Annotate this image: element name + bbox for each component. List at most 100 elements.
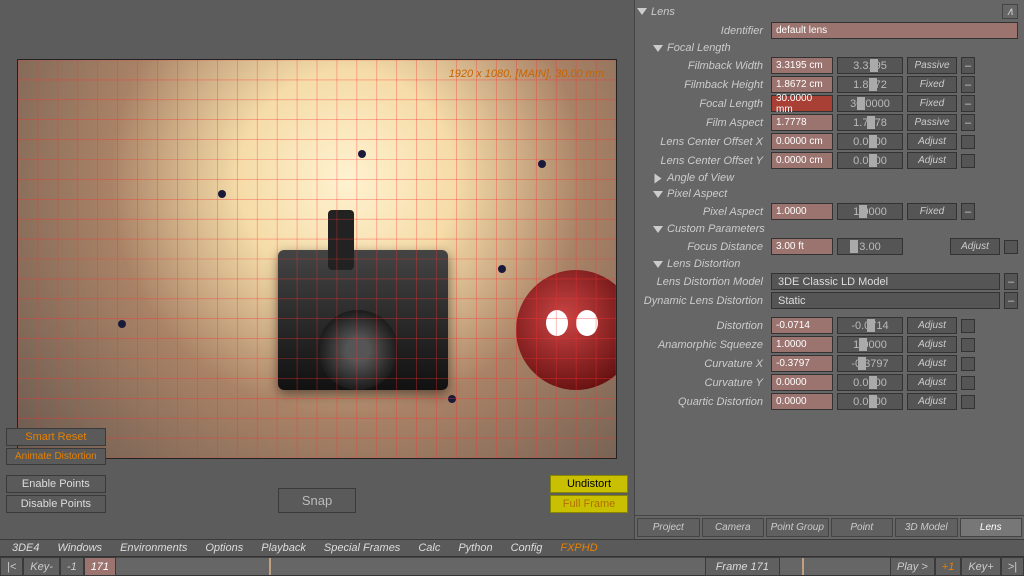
- mode-adjust[interactable]: Adjust: [907, 393, 957, 410]
- prev-key-button[interactable]: Key-: [23, 557, 60, 576]
- dash-button[interactable]: –: [961, 57, 975, 74]
- film-aspect-field[interactable]: 1.7778: [771, 114, 833, 131]
- tab-3d-model[interactable]: 3D Model: [895, 518, 958, 537]
- distortion-slider[interactable]: -0.0714: [837, 317, 903, 334]
- lens-center-y-field[interactable]: 0.0000 cm: [771, 152, 833, 169]
- mode-adjust[interactable]: Adjust: [950, 238, 1000, 255]
- checkbox[interactable]: [961, 135, 975, 149]
- menu-fxphd[interactable]: FXPHD: [552, 541, 605, 555]
- tab-project[interactable]: Project: [637, 518, 700, 537]
- checkbox[interactable]: [961, 357, 975, 371]
- anamorphic-field[interactable]: 1.0000: [771, 336, 833, 353]
- checkbox[interactable]: [961, 376, 975, 390]
- mode-adjust[interactable]: Adjust: [907, 355, 957, 372]
- filmback-width-field[interactable]: 3.3195 cm: [771, 57, 833, 74]
- enable-points-button[interactable]: Enable Points: [6, 475, 106, 493]
- curvature-x-slider[interactable]: -0.3797: [837, 355, 903, 372]
- menu-environments[interactable]: Environments: [112, 541, 195, 555]
- lens-section-header[interactable]: Lens∧: [637, 2, 1018, 21]
- quartic-slider[interactable]: 0.0000: [837, 393, 903, 410]
- menu-special-frames[interactable]: Special Frames: [316, 541, 408, 555]
- checkbox[interactable]: [961, 338, 975, 352]
- dash-button[interactable]: –: [961, 114, 975, 131]
- timeline-track[interactable]: [116, 557, 705, 576]
- go-to-end-button[interactable]: >|: [1001, 557, 1024, 576]
- mode-fixed[interactable]: Fixed: [907, 95, 957, 112]
- mode-passive[interactable]: Passive: [907, 114, 957, 131]
- focus-distance-slider[interactable]: 3.00: [837, 238, 903, 255]
- disable-points-button[interactable]: Disable Points: [6, 495, 106, 513]
- checkbox[interactable]: [961, 395, 975, 409]
- tab-point[interactable]: Point: [831, 518, 894, 537]
- menu-3de4[interactable]: 3DE4: [4, 541, 48, 555]
- checkbox[interactable]: [961, 154, 975, 168]
- mode-fixed[interactable]: Fixed: [907, 76, 957, 93]
- step-forward-button[interactable]: +1: [935, 557, 962, 576]
- timeline-playhead[interactable]: [802, 558, 804, 575]
- next-key-button[interactable]: Key+: [961, 557, 1000, 576]
- curvature-y-field[interactable]: 0.0000: [771, 374, 833, 391]
- dash-button[interactable]: –: [961, 203, 975, 220]
- mode-adjust[interactable]: Adjust: [907, 374, 957, 391]
- ld-model-combo[interactable]: 3DE Classic LD Model: [771, 273, 1000, 290]
- timeline-track-right[interactable]: [780, 557, 890, 576]
- dash-button[interactable]: –: [1004, 292, 1018, 309]
- menu-python[interactable]: Python: [450, 541, 500, 555]
- filmback-width-slider[interactable]: 3.3195: [837, 57, 903, 74]
- mode-adjust[interactable]: Adjust: [907, 152, 957, 169]
- menu-calc[interactable]: Calc: [410, 541, 448, 555]
- go-to-start-button[interactable]: |<: [0, 557, 23, 576]
- tab-point-group[interactable]: Point Group: [766, 518, 829, 537]
- mode-adjust[interactable]: Adjust: [907, 336, 957, 353]
- menu-options[interactable]: Options: [197, 541, 251, 555]
- custom-params-header[interactable]: Custom Parameters: [637, 221, 1018, 237]
- play-button[interactable]: Play >: [890, 557, 935, 576]
- menu-playback[interactable]: Playback: [253, 541, 314, 555]
- undistort-button[interactable]: Undistort: [550, 475, 628, 493]
- mode-passive[interactable]: Passive: [907, 57, 957, 74]
- dash-button[interactable]: –: [961, 95, 975, 112]
- curvature-x-field[interactable]: -0.3797: [771, 355, 833, 372]
- checkbox[interactable]: [961, 319, 975, 333]
- quartic-field[interactable]: 0.0000: [771, 393, 833, 410]
- dynamic-ld-combo[interactable]: Static: [771, 292, 1000, 309]
- anamorphic-slider[interactable]: 1.0000: [837, 336, 903, 353]
- step-back-button[interactable]: -1: [60, 557, 84, 576]
- distortion-field[interactable]: -0.0714: [771, 317, 833, 334]
- lens-center-x-slider[interactable]: 0.0000: [837, 133, 903, 150]
- focal-length-header[interactable]: Focal Length: [637, 40, 1018, 56]
- pixel-aspect-header[interactable]: Pixel Aspect: [637, 186, 1018, 202]
- animate-distortion-button[interactable]: Animate Distortion: [6, 448, 106, 465]
- snap-button[interactable]: Snap: [278, 488, 356, 513]
- identifier-field[interactable]: default lens: [771, 22, 1018, 39]
- pixel-aspect-slider[interactable]: 1.0000: [837, 203, 903, 220]
- filmback-height-slider[interactable]: 1.8672: [837, 76, 903, 93]
- mode-fixed[interactable]: Fixed: [907, 203, 957, 220]
- tab-lens[interactable]: Lens: [960, 518, 1023, 537]
- lens-distortion-header[interactable]: Lens Distortion: [637, 256, 1018, 272]
- menu-config[interactable]: Config: [503, 541, 551, 555]
- pixel-aspect-field[interactable]: 1.0000: [771, 203, 833, 220]
- focus-distance-field[interactable]: 3.00 ft: [771, 238, 833, 255]
- current-frame-field[interactable]: 171: [84, 557, 116, 576]
- angle-of-view-header[interactable]: Angle of View: [637, 170, 1018, 186]
- tab-camera[interactable]: Camera: [702, 518, 765, 537]
- viewport[interactable]: // draw simple uniform grid lines (funct…: [17, 59, 617, 459]
- dash-button[interactable]: –: [1004, 273, 1018, 290]
- up-icon[interactable]: ∧: [1002, 4, 1018, 19]
- film-aspect-slider[interactable]: 1.7778: [837, 114, 903, 131]
- lens-center-y-slider[interactable]: 0.0000: [837, 152, 903, 169]
- focal-length-field[interactable]: 30.0000 mm: [771, 95, 833, 112]
- menu-windows[interactable]: Windows: [50, 541, 111, 555]
- filmback-height-field[interactable]: 1.8672 cm: [771, 76, 833, 93]
- mode-adjust[interactable]: Adjust: [907, 133, 957, 150]
- timeline-playhead[interactable]: [269, 558, 271, 575]
- focal-length-slider[interactable]: 30.0000: [837, 95, 903, 112]
- lens-center-x-field[interactable]: 0.0000 cm: [771, 133, 833, 150]
- mode-adjust[interactable]: Adjust: [907, 317, 957, 334]
- smart-reset-button[interactable]: Smart Reset: [6, 428, 106, 446]
- curvature-y-slider[interactable]: 0.0000: [837, 374, 903, 391]
- full-frame-button[interactable]: Full Frame: [550, 495, 628, 513]
- dash-button[interactable]: –: [961, 76, 975, 93]
- checkbox[interactable]: [1004, 240, 1018, 254]
